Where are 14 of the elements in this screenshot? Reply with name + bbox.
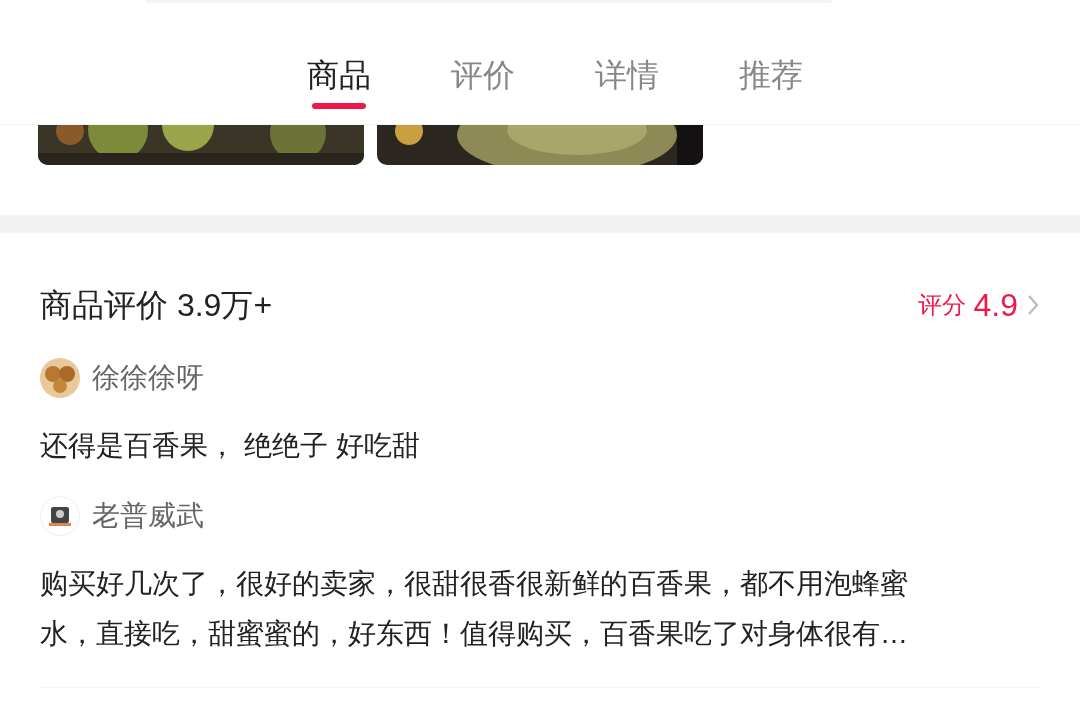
tab[interactable]: 推荐: [739, 3, 803, 121]
tab[interactable]: 评价: [451, 3, 515, 121]
chevron-right-icon: [1026, 293, 1040, 317]
tab[interactable]: 商品: [307, 3, 371, 121]
section-title: 商品评价 3.9万+: [40, 286, 273, 325]
review-text: 还得是百香果， 绝绝子 好吃甜: [40, 429, 421, 463]
reviewer-name: 徐徐徐呀: [92, 361, 204, 395]
tab[interactable]: 详情: [595, 3, 659, 121]
avatar: [40, 358, 80, 398]
rating-link[interactable]: 评分 4.9: [917, 281, 1040, 329]
reviewer-name: 老普威武: [92, 499, 204, 533]
tab-underline: [312, 103, 366, 109]
review-text: 购买好几次了，很好的卖家，很甜很香很新鲜的百香果，都不用泡蜂蜜 水，直接吃，甜蜜蜜的，好东西！值得购买，百香果吃了对身体很有…: [40, 567, 909, 651]
avatar: [40, 496, 80, 536]
